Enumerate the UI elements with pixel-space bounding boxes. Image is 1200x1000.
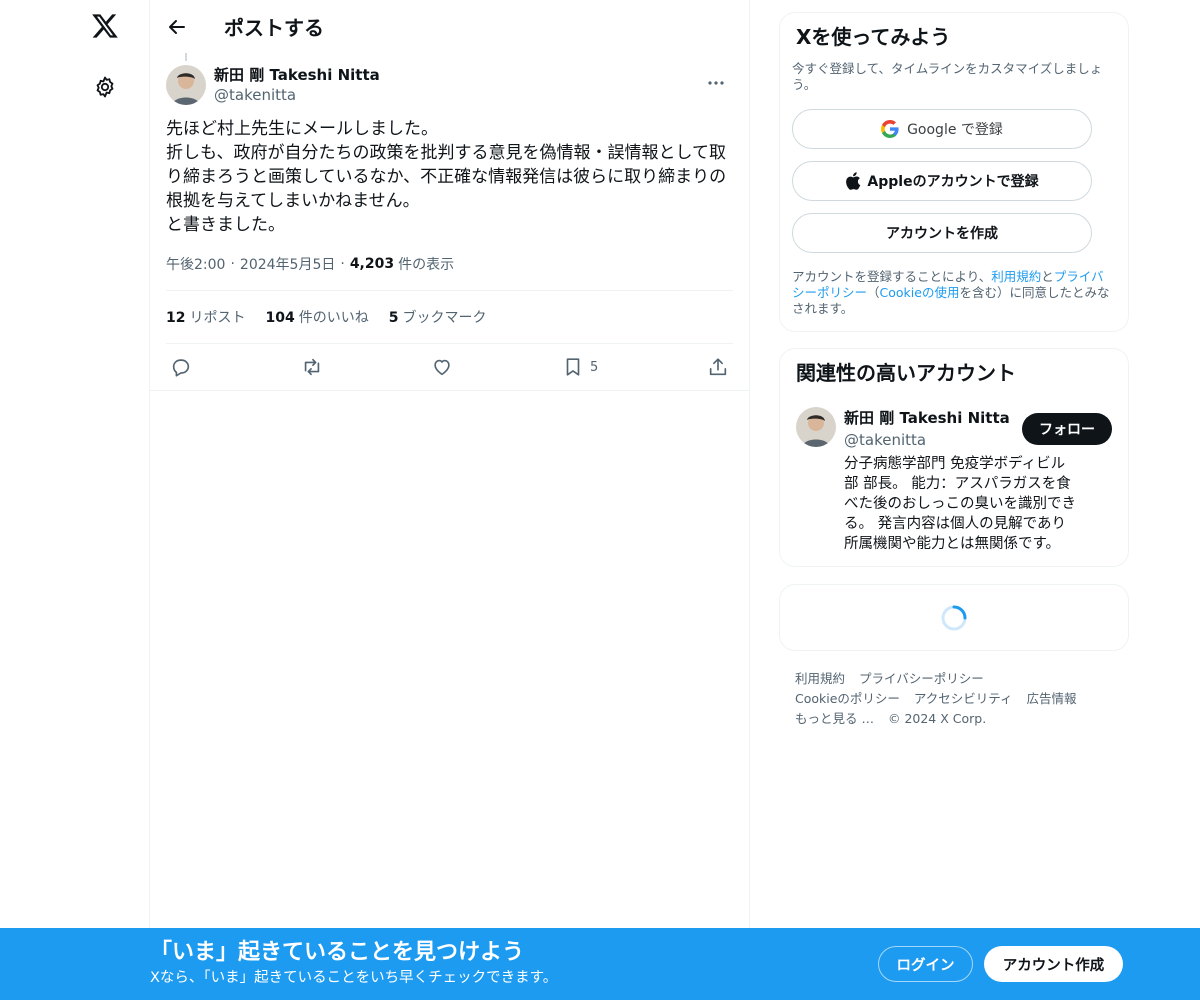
views-count: 4,203 (349, 255, 395, 272)
footer-links: 利用規約 プライバシーポリシー Cookieのポリシー アクセシビリティ 広告情… (779, 669, 1129, 729)
reply-icon[interactable] (170, 356, 192, 378)
footer-accessibility-link[interactable]: アクセシビリティ (914, 691, 1013, 706)
left-nav (0, 0, 150, 1000)
google-icon (881, 120, 899, 138)
login-button[interactable]: ログイン (878, 946, 973, 982)
divider (149, 390, 750, 391)
signup-title: Xを使ってみよう (796, 25, 951, 49)
create-account-label: アカウントを作成 (886, 226, 998, 242)
post: 新田 剛 Takeshi Nitta @takenitta 先ほど村上先生にメー… (150, 53, 749, 390)
bookmarks-stat[interactable]: 5 ブックマーク (389, 307, 487, 327)
author-name[interactable]: 新田 剛 Takeshi Nitta (214, 65, 380, 85)
google-signup-label: Google で登録 (907, 122, 1003, 138)
top-bar: ポストする (150, 0, 749, 53)
footer-ads-link[interactable]: 広告情報 (1027, 691, 1077, 706)
post-body-line: 根拠を与えてしまいかねません。 (166, 191, 420, 211)
share-icon[interactable] (707, 356, 729, 378)
copyright: © 2024 X Corp. (887, 711, 987, 726)
more-icon[interactable] (699, 71, 733, 95)
gear-icon[interactable] (90, 72, 120, 102)
google-signup-button[interactable]: Google で登録 (792, 109, 1092, 149)
repost-icon[interactable] (301, 356, 323, 378)
banner-subtitle: Xなら、「いま」起きていることをいち早くチェックできます。 (150, 970, 558, 986)
like-icon[interactable] (431, 356, 453, 378)
loading-card (779, 584, 1129, 651)
likes-stat[interactable]: 104 件のいいね (265, 307, 368, 327)
footer-terms-link[interactable]: 利用規約 (795, 671, 845, 686)
terms-link[interactable]: 利用規約 (991, 269, 1041, 284)
post-body: 先ほど村上先生にメールしました。 折しも、政府が自分たちの政策を批判する意見を偽… (166, 117, 733, 237)
banner-title: 「いま」起きていることを見つけよう (150, 940, 525, 965)
avatar[interactable] (166, 65, 206, 105)
post-body-line: り締まろうと画策しているなか、不正確な情報発信は彼らに取り締まりの (166, 167, 727, 187)
post-actions: 5 (166, 344, 733, 390)
avatar[interactable] (796, 407, 836, 447)
apple-signup-label: Appleのアカウントで登録 (867, 174, 1039, 190)
footer-cookie-link[interactable]: Cookieのポリシー (795, 691, 900, 706)
bookmark-icon (566, 358, 580, 376)
views-label: 件の表示 (398, 256, 455, 273)
page-title: ポストする (224, 16, 324, 40)
loading-spinner-icon (941, 605, 967, 630)
post-date[interactable]: 2024年5月5日 (240, 254, 335, 274)
bookmark-action-count: 5 (590, 359, 599, 375)
footer-more-link[interactable]: もっと見る … (795, 711, 874, 726)
post-body-line: 先ほど村上先生にメールしました。 (166, 119, 438, 139)
banner-create-account-button[interactable]: アカウント作成 (984, 946, 1123, 982)
related-title: 関連性の高いアカウント (796, 361, 1016, 385)
bookmark-action[interactable]: 5 (562, 356, 598, 378)
bottom-banner: 「いま」起きていることを見つけよう Xなら、「いま」起きていることをいち早くチェ… (0, 928, 1200, 1000)
post-body-line: 折しも、政府が自分たちの政策を批判する意見を偽情報・誤情報として取 (166, 143, 726, 163)
author-handle[interactable]: @takenitta (214, 85, 380, 105)
footer-privacy-link[interactable]: プライバシーポリシー (859, 671, 984, 686)
related-accounts-card: 関連性の高いアカウント 新田 剛 Takeshi Nitta @takenitt… (779, 348, 1129, 567)
apple-icon (846, 172, 861, 190)
back-arrow-icon[interactable] (166, 16, 188, 38)
post-stats: 12 リポスト 104 件のいいね 5 ブックマーク (166, 291, 733, 344)
post-body-line: と書きました。 (166, 215, 285, 235)
signup-subtitle: 今すぐ登録して、タイムラインをカスタマイズしましょう。 (792, 61, 1103, 92)
main-column: ポストする 新田 剛 Takeshi Nitta @takenitta 先ほど村… (149, 0, 750, 1000)
post-author: 新田 剛 Takeshi Nitta @takenitta (166, 53, 733, 105)
reposts-stat[interactable]: 12 リポスト (166, 307, 245, 327)
post-meta: 午後2:00 · 2024年5月5日 · 4,203 件の表示 (166, 253, 733, 291)
cookie-link[interactable]: Cookieの使用 (880, 285, 960, 300)
related-user[interactable]: 新田 剛 Takeshi Nitta @takenitta 分子病態学部門 免疫… (796, 407, 1112, 554)
right-sidebar: Xを使ってみよう 今すぐ登録して、タイムラインをカスタマイズしましょう。 Goo… (779, 0, 1129, 729)
apple-signup-button[interactable]: Appleのアカウントで登録 (792, 161, 1092, 201)
follow-button[interactable]: フォロー (1022, 413, 1112, 445)
create-account-button[interactable]: アカウントを作成 (792, 213, 1092, 253)
legal-text: アカウントを登録することにより、利用規約とプライバシーポリシー（Cookieの使… (792, 269, 1110, 316)
post-time[interactable]: 午後2:00 (166, 254, 225, 274)
x-logo-icon[interactable] (87, 8, 123, 44)
signup-card: Xを使ってみよう 今すぐ登録して、タイムラインをカスタマイズしましょう。 Goo… (779, 12, 1129, 332)
related-user-bio: 分子病態学部門 免疫学ボディビル部 部長。 能力：アスパラガスを食べた後のおしっ… (844, 456, 1076, 552)
